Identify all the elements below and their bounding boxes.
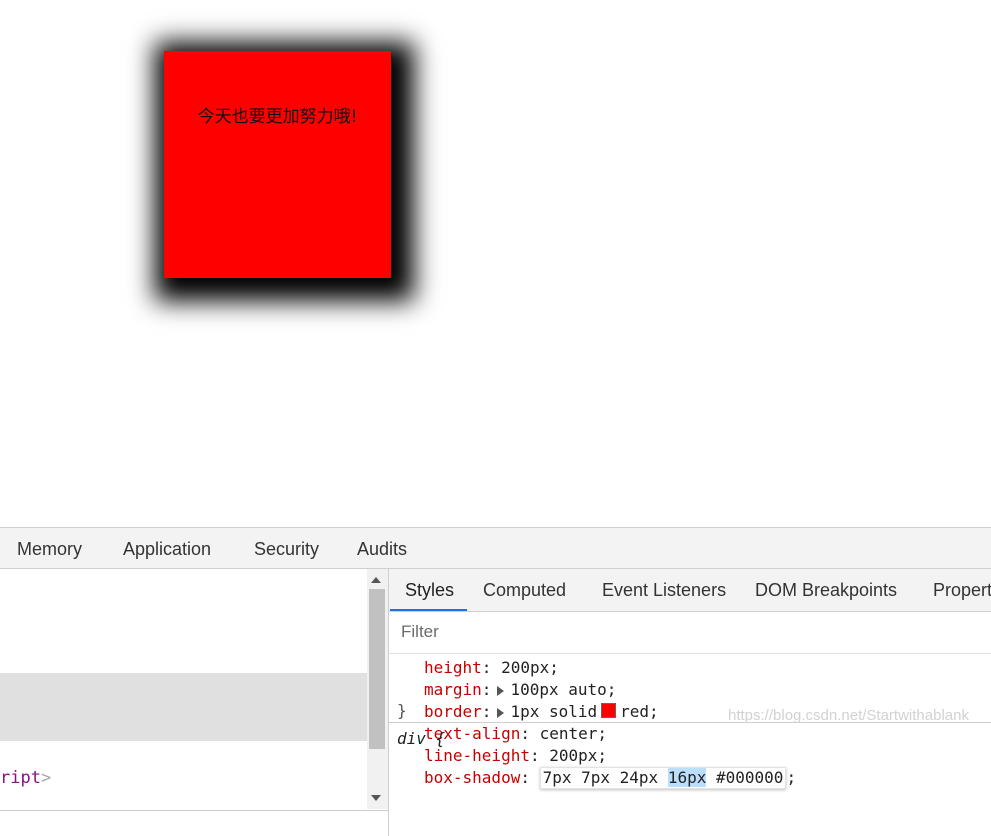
- devtools-main-tabbar: Memory Application Security Audits: [0, 527, 991, 569]
- tab-application[interactable]: Application: [123, 528, 211, 569]
- prop-value[interactable]: 1px solid: [510, 702, 597, 721]
- prop-name[interactable]: line-height: [424, 746, 530, 765]
- styles-filter-input[interactable]: [393, 616, 991, 648]
- next-rule-selector[interactable]: div {: [397, 729, 445, 748]
- dom-tag-bracket: >: [40, 768, 52, 788]
- tab-properties[interactable]: Propert: [933, 569, 991, 611]
- box-text: 今天也要更加努力哦!: [197, 107, 358, 127]
- dom-pane-divider: [0, 810, 388, 811]
- dom-node-line[interactable]: ript>: [0, 768, 51, 788]
- rule-close-brace: }: [397, 701, 407, 720]
- prop-value[interactable]: 200px;: [549, 746, 607, 765]
- prop-value[interactable]: 200px;: [501, 658, 559, 677]
- prop-value[interactable]: 100px auto;: [510, 680, 616, 699]
- tab-audits[interactable]: Audits: [357, 528, 407, 569]
- expand-triangle-icon[interactable]: [497, 707, 505, 718]
- shadow-offsets: 7px 7px 24px: [542, 768, 659, 787]
- decl-semicolon: ;: [786, 768, 797, 787]
- shadow-spread-selected: 16px: [667, 768, 707, 787]
- tab-computed[interactable]: Computed: [483, 569, 566, 611]
- tab-styles[interactable]: Styles: [405, 569, 454, 611]
- prop-name[interactable]: border: [424, 702, 482, 721]
- tab-security[interactable]: Security: [254, 528, 319, 569]
- decl-height[interactable]: height: 200px;: [389, 657, 991, 679]
- dom-scrollbar-thumb[interactable]: [369, 589, 385, 749]
- filter-bar: [389, 612, 991, 654]
- styles-subtabbar: Styles Computed Event Listeners DOM Brea…: [389, 569, 991, 612]
- shadow-color: #000000: [716, 768, 784, 787]
- active-tab-indicator: [390, 609, 467, 611]
- prop-name[interactable]: margin: [424, 680, 482, 699]
- prop-name[interactable]: box-shadow: [424, 768, 520, 787]
- scroll-up-arrow-icon[interactable]: [371, 577, 381, 583]
- decl-line-height[interactable]: line-height: 200px;: [389, 745, 991, 767]
- dom-tag-name: ript: [0, 768, 41, 788]
- prop-value-color[interactable]: red;: [620, 702, 659, 721]
- decl-text-align[interactable]: text-align: center;: [389, 723, 991, 745]
- decl-margin[interactable]: margin: 100px auto;: [389, 679, 991, 701]
- devtools-panel: Memory Application Security Audits ript>…: [0, 527, 991, 836]
- tab-memory[interactable]: Memory: [17, 528, 82, 569]
- styles-pane: Styles Computed Event Listeners DOM Brea…: [388, 569, 991, 836]
- page-preview: 今天也要更加努力哦!: [0, 0, 991, 527]
- prop-name[interactable]: height: [424, 658, 482, 677]
- dom-scrollbar[interactable]: [367, 569, 388, 809]
- tab-event-listeners[interactable]: Event Listeners: [602, 569, 726, 611]
- expand-triangle-icon[interactable]: [497, 685, 505, 696]
- color-swatch-icon[interactable]: [601, 703, 617, 718]
- tab-dom-breakpoints[interactable]: DOM Breakpoints: [755, 569, 897, 611]
- dom-tree-pane: ript>: [0, 569, 388, 836]
- scroll-down-arrow-icon[interactable]: [371, 795, 381, 801]
- watermark: https://blog.csdn.net/Startwithablank: [728, 707, 969, 724]
- prop-value[interactable]: center;: [540, 724, 607, 743]
- box-shadow-value-editor[interactable]: 7px 7px 24px 16px #000000: [539, 767, 787, 789]
- dom-selected-row[interactable]: [0, 673, 367, 741]
- red-shadow-box: 今天也要更加努力哦!: [164, 51, 391, 278]
- decl-box-shadow[interactable]: box-shadow: 7px 7px 24px 16px #000000;: [389, 767, 991, 789]
